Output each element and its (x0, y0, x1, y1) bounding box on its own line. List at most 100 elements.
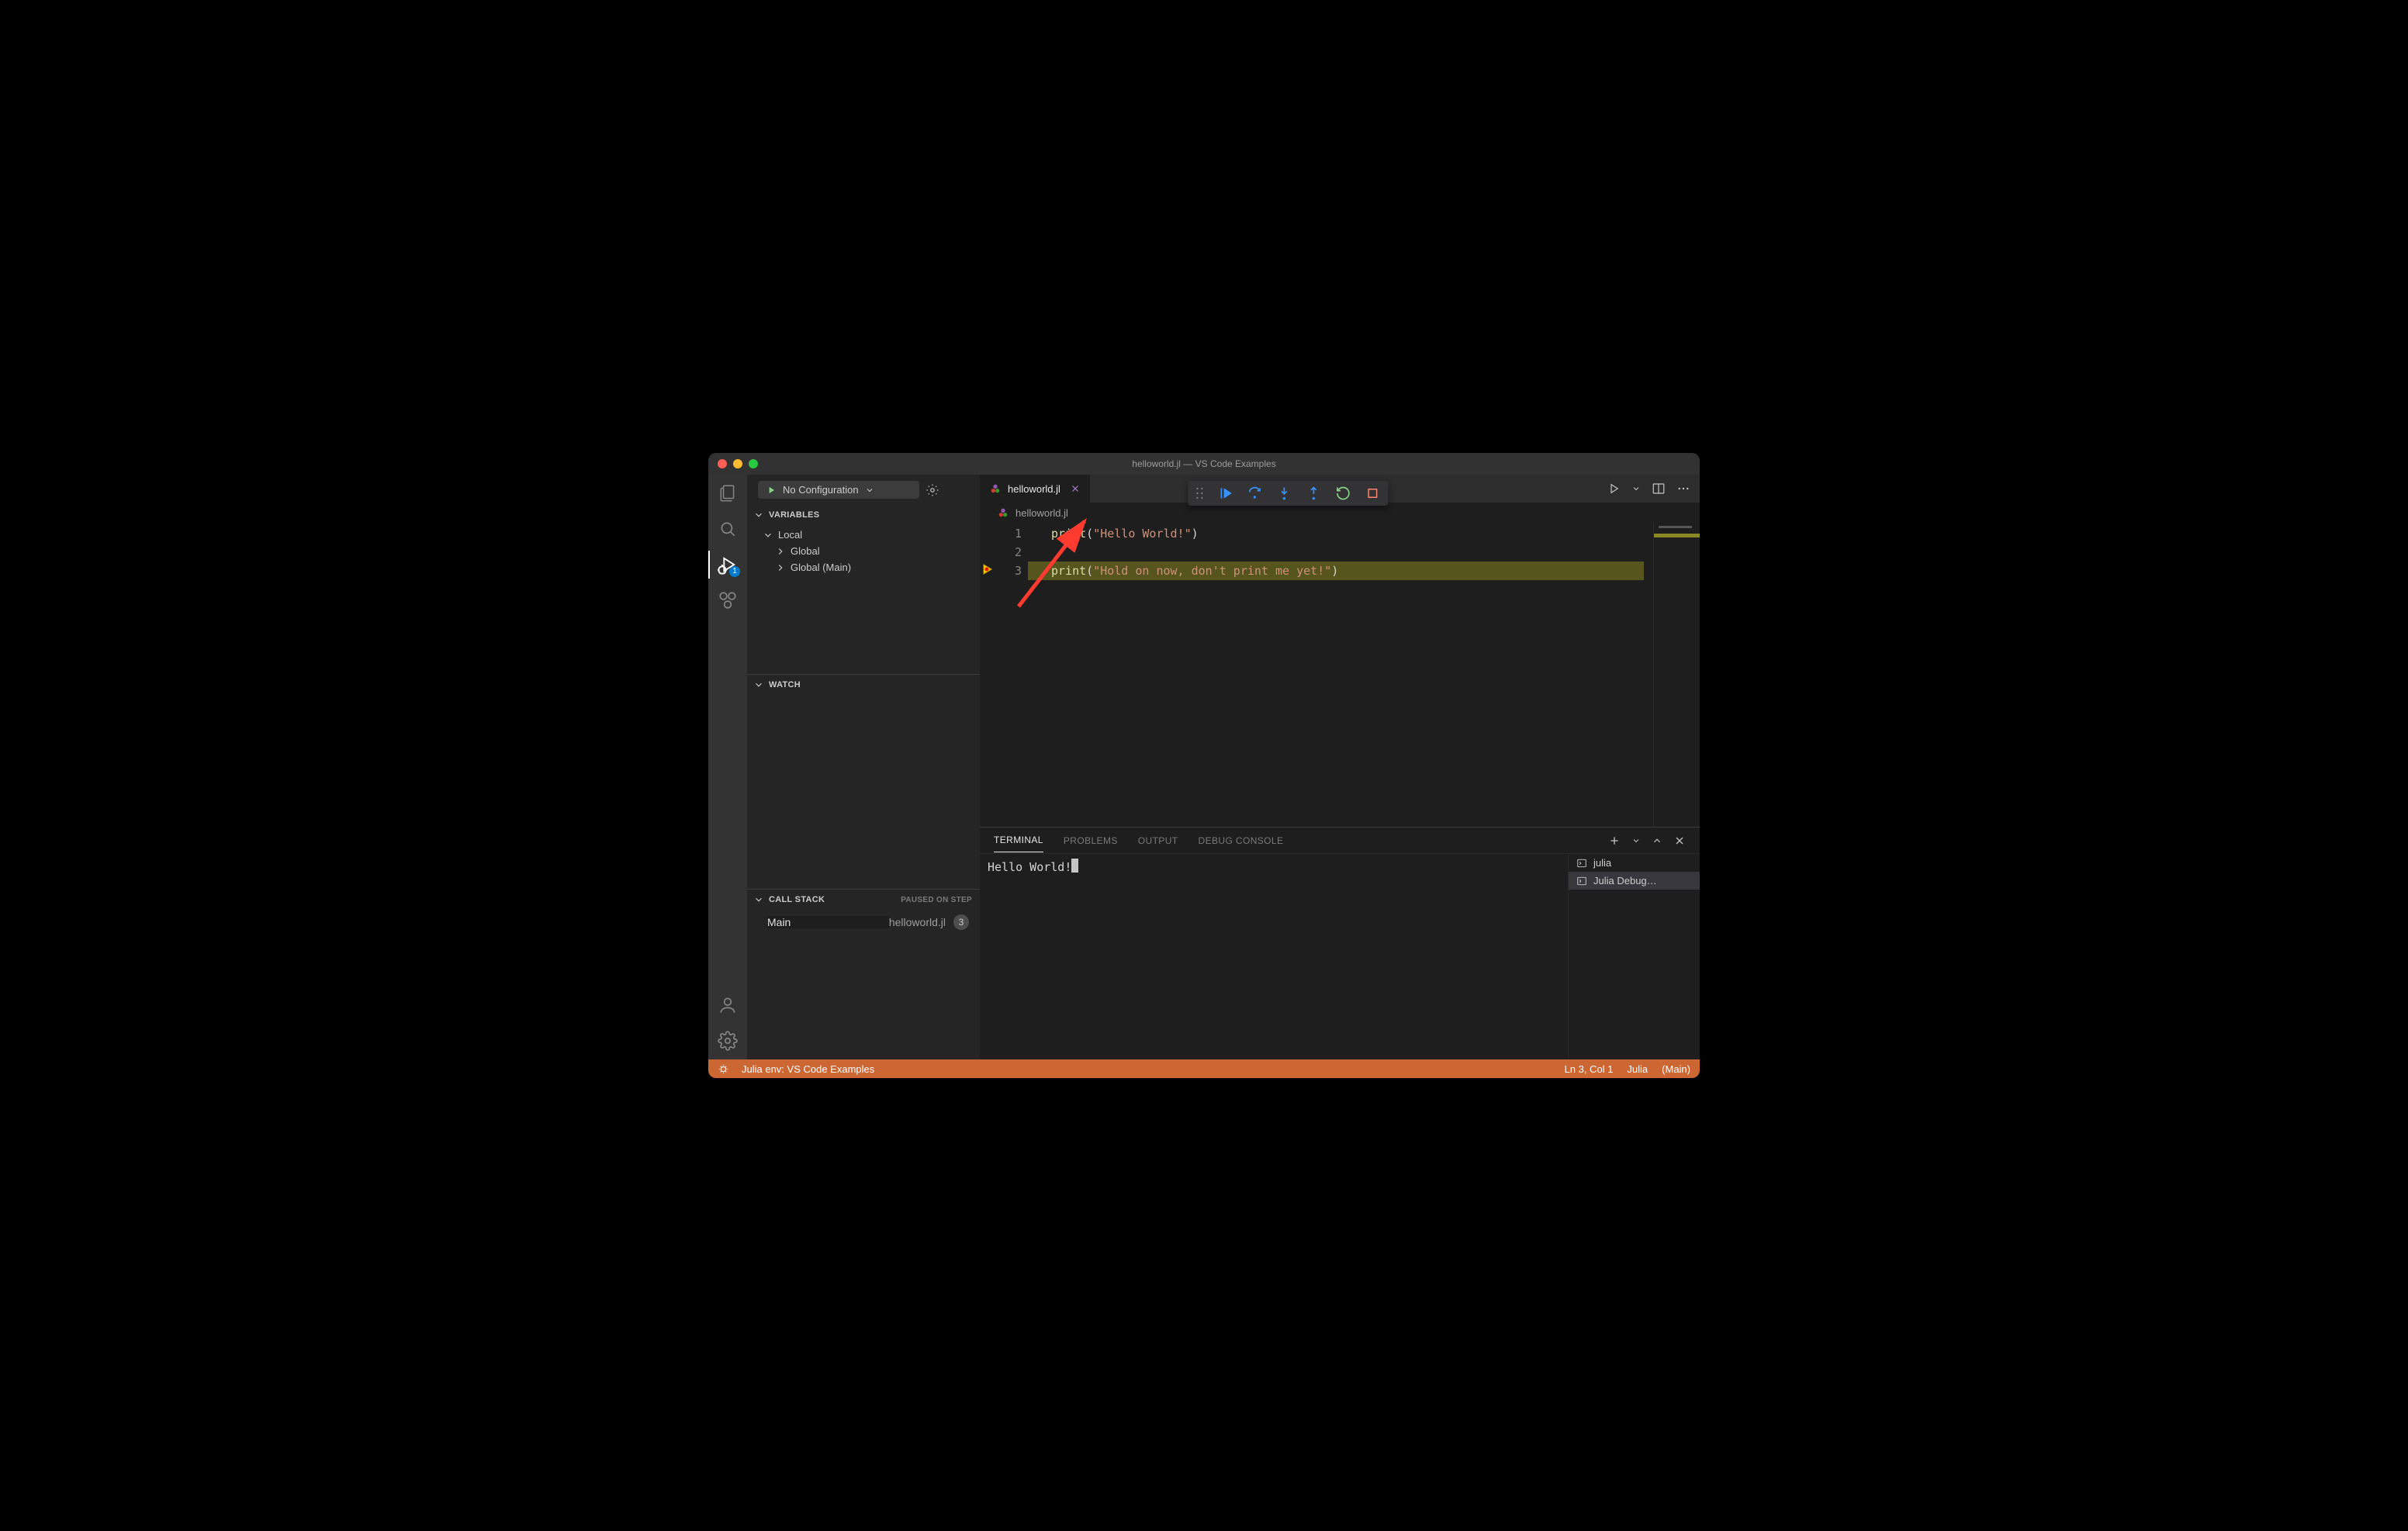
continue-button[interactable] (1217, 486, 1233, 501)
run-file-dropdown-icon[interactable] (1631, 484, 1641, 493)
settings-gear-icon[interactable] (717, 1030, 739, 1052)
julia-file-icon (989, 482, 1002, 495)
code-line (1028, 543, 1653, 562)
code-content[interactable]: print("Hello World!") print("Hold on now… (1028, 523, 1653, 827)
tab-output[interactable]: OUTPUT (1138, 829, 1178, 852)
chevron-right-icon (775, 546, 786, 557)
callstack-section-header[interactable]: CALL STACK PAUSED ON STEP (747, 890, 980, 910)
variables-scope-label: Global (Main) (791, 562, 851, 573)
run-file-icon[interactable] (1607, 482, 1621, 496)
step-into-button[interactable] (1276, 486, 1292, 501)
line-number: 2 (997, 543, 1028, 562)
tab-problems[interactable]: PROBLEMS (1064, 829, 1118, 852)
vscode-window: helloworld.jl — VS Code Examples 1 (708, 453, 1700, 1078)
close-window-button[interactable] (718, 459, 727, 468)
variables-title: VARIABLES (769, 510, 819, 520)
titlebar[interactable]: helloworld.jl — VS Code Examples (708, 453, 1700, 475)
search-icon[interactable] (717, 518, 739, 540)
debug-status-icon[interactable] (718, 1063, 729, 1075)
variables-section: VARIABLES Local Global Global (Main) (747, 505, 980, 674)
status-julia-env[interactable]: Julia env: VS Code Examples (742, 1063, 874, 1075)
tab-debug-console[interactable]: DEBUG CONSOLE (1199, 829, 1284, 852)
variables-scope-label: Global (791, 545, 820, 557)
status-julia-scope[interactable]: (Main) (1662, 1063, 1690, 1075)
chevron-down-icon (753, 894, 764, 905)
debug-sidebar-header: No Configuration (747, 475, 980, 505)
maximize-panel-icon[interactable] (1652, 835, 1662, 846)
debug-config-selector[interactable]: No Configuration (758, 481, 919, 499)
variables-scope-global-main[interactable]: Global (Main) (747, 559, 980, 575)
terminal-text: Hello World! (988, 860, 1071, 874)
callstack-status: PAUSED ON STEP (901, 896, 972, 904)
restart-button[interactable] (1335, 486, 1351, 501)
step-out-button[interactable] (1306, 486, 1321, 501)
activity-bar: 1 (708, 475, 747, 1059)
variables-scope-local[interactable]: Local (747, 527, 980, 543)
tab-filename: helloworld.jl (1008, 483, 1060, 495)
editor-area: helloworld.jl (980, 475, 1700, 1059)
debug-config-label: No Configuration (783, 484, 859, 496)
split-editor-icon[interactable] (1652, 482, 1666, 496)
terminal-session-label: Julia Debug… (1593, 875, 1657, 886)
extensions-icon[interactable] (717, 589, 739, 611)
terminal-session-julia[interactable]: julia (1569, 854, 1700, 872)
window-title: helloworld.jl — VS Code Examples (708, 458, 1700, 469)
terminal-dropdown-icon[interactable] (1631, 836, 1641, 845)
callstack-section: CALL STACK PAUSED ON STEP Main helloworl… (747, 889, 980, 1059)
chevron-down-icon (753, 679, 764, 690)
explorer-icon[interactable] (717, 482, 739, 504)
watch-title: WATCH (769, 680, 801, 689)
callstack-frame[interactable]: Main helloworld.jl 3 (747, 910, 980, 935)
status-cursor-position[interactable]: Ln 3, Col 1 (1565, 1063, 1614, 1075)
variables-section-header[interactable]: VARIABLES (747, 505, 980, 525)
watch-section: WATCH (747, 674, 980, 889)
julia-file-icon (997, 506, 1009, 519)
debug-sidebar: No Configuration VARIABLES Local (747, 475, 980, 1059)
glyph-margin (980, 523, 997, 827)
callstack-title: CALL STACK (769, 895, 825, 904)
terminal-session-label: julia (1593, 857, 1611, 869)
line-numbers: 1 2 3 (997, 523, 1028, 827)
line-number: 3 (997, 562, 1028, 580)
callstack-frame-name: Main (767, 916, 889, 928)
panel-tabs: TERMINAL PROBLEMS OUTPUT DEBUG CONSOLE (980, 828, 1700, 854)
terminal-icon (1576, 876, 1587, 886)
more-actions-icon[interactable] (1676, 482, 1690, 496)
chevron-down-icon (763, 530, 773, 541)
tab-terminal[interactable]: TERMINAL (994, 828, 1043, 852)
line-number: 1 (997, 524, 1028, 543)
run-debug-icon[interactable]: 1 (717, 554, 739, 575)
window-traffic-lights (708, 459, 758, 468)
chevron-down-icon (865, 486, 874, 495)
variables-scope-global[interactable]: Global (747, 543, 980, 559)
debug-settings-gear-icon[interactable] (925, 483, 939, 497)
terminal-cursor (1071, 859, 1078, 873)
terminal-sessions-list: julia Julia Debug… (1568, 854, 1700, 1059)
current-frame-icon (982, 563, 995, 575)
new-terminal-icon[interactable] (1608, 835, 1621, 847)
bottom-panel: TERMINAL PROBLEMS OUTPUT DEBUG CONSOLE H… (980, 827, 1700, 1059)
terminal-output[interactable]: Hello World! (980, 854, 1568, 1059)
accounts-icon[interactable] (717, 994, 739, 1016)
callstack-frame-line: 3 (953, 914, 969, 930)
code-editor[interactable]: 1 2 3 print("Hello World!") print("Hold … (980, 523, 1700, 827)
drag-handle-icon[interactable] (1195, 487, 1203, 499)
watch-section-header[interactable]: WATCH (747, 675, 980, 695)
terminal-session-julia-debug[interactable]: Julia Debug… (1569, 872, 1700, 890)
maximize-window-button[interactable] (749, 459, 758, 468)
close-tab-icon[interactable] (1070, 483, 1081, 494)
status-bar: Julia env: VS Code Examples Ln 3, Col 1 … (708, 1059, 1700, 1078)
step-over-button[interactable] (1247, 486, 1262, 501)
status-language-mode[interactable]: Julia (1627, 1063, 1648, 1075)
minimize-window-button[interactable] (733, 459, 742, 468)
callstack-frame-file: helloworld.jl (889, 916, 946, 928)
chevron-down-icon (753, 510, 764, 520)
debug-badge: 1 (729, 566, 740, 577)
stop-button[interactable] (1365, 486, 1380, 501)
variables-scope-label: Local (778, 529, 802, 541)
minimap[interactable] (1653, 523, 1700, 827)
code-line: print("Hello World!") (1028, 524, 1653, 543)
tab-helloworld[interactable]: helloworld.jl (980, 475, 1090, 503)
close-panel-icon[interactable] (1673, 835, 1686, 847)
debug-toolbar[interactable] (1188, 481, 1388, 506)
